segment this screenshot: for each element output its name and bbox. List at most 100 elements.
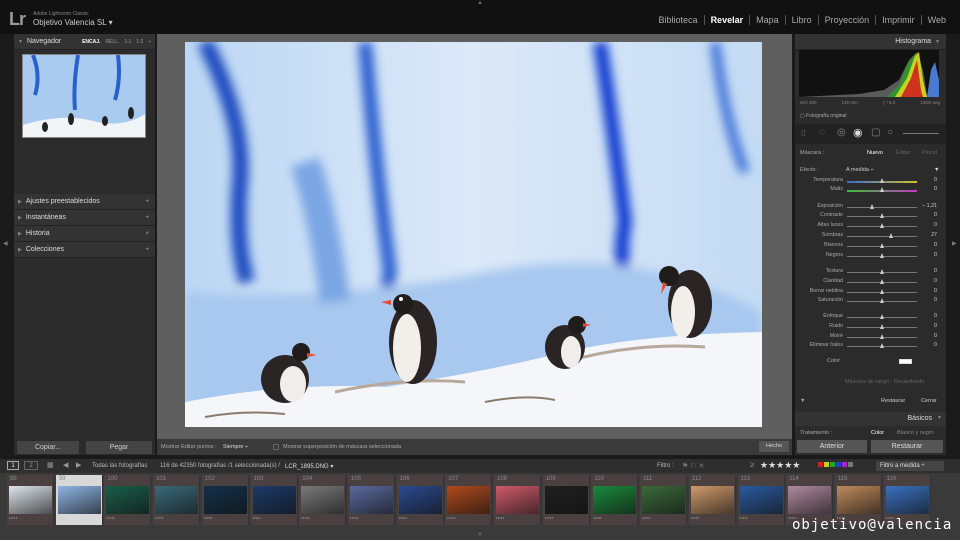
slider-knob[interactable]	[880, 243, 884, 248]
panel-0[interactable]: ▶ Ajustes preestablecidos +	[14, 194, 155, 210]
module-mapa[interactable]: Mapa	[750, 15, 786, 25]
flag-icon[interactable]: ⚑ ⚐ ✕	[682, 462, 704, 470]
radial-filter-icon[interactable]: ◉	[853, 126, 863, 139]
slider-track[interactable]	[847, 236, 917, 237]
zoom-fill[interactable]: RELL.	[105, 39, 119, 45]
slider-blancos[interactable]: Blancos 0	[799, 242, 941, 252]
slider-claridad[interactable]: Claridad 0	[799, 278, 941, 288]
slider-textura[interactable]: Textura 0	[799, 268, 941, 278]
blue-label[interactable]	[836, 462, 841, 467]
slider-knob[interactable]	[880, 269, 884, 274]
triangle-down-icon[interactable]: ▼	[934, 167, 939, 173]
zoom-1-2[interactable]: 1:2	[136, 39, 143, 45]
custom-filter-select[interactable]: Filtro a medida ÷	[876, 461, 944, 471]
green-label[interactable]	[830, 462, 835, 467]
slider-knob[interactable]	[880, 314, 884, 319]
module-proyeccin[interactable]: Proyección	[819, 15, 877, 25]
slider-altasluces[interactable]: Altas luces 0	[799, 222, 941, 232]
slider-matiz[interactable]: Matiz 0	[799, 186, 941, 196]
display-1-button[interactable]: 1	[7, 461, 19, 470]
module-web[interactable]: Web	[922, 15, 952, 25]
film-thumbnail[interactable]: 102 •••••	[201, 475, 249, 525]
film-thumbnail[interactable]: 110 •••••	[591, 475, 639, 525]
crop-icon[interactable]: ◌	[819, 127, 825, 138]
slider-knob[interactable]	[880, 253, 884, 258]
rating-filter[interactable]: ★★★★★	[760, 460, 800, 471]
film-thumbnail[interactable]: 109 •••••	[542, 475, 590, 525]
panel-action-icon[interactable]: ×	[145, 231, 149, 237]
slider-contraste[interactable]: Contraste 0	[799, 212, 941, 222]
gray-label[interactable]	[848, 462, 853, 467]
zoom-1-1[interactable]: 1:1	[124, 39, 131, 45]
slider-enfoque[interactable]: Enfoque 0	[799, 313, 941, 323]
spot-removal-icon[interactable]: ◎	[837, 127, 846, 138]
back-arrow-icon[interactable]: ◀	[63, 461, 68, 469]
film-thumbnail[interactable]: 111 •••••	[640, 475, 688, 525]
slider-saturacin[interactable]: Saturación 0	[799, 297, 941, 307]
zoom-fit[interactable]: ENCAJ.	[82, 39, 100, 45]
basics-header[interactable]: Básicos ▼	[795, 412, 946, 426]
slider-track[interactable]	[847, 207, 917, 208]
module-libro[interactable]: Libro	[786, 15, 819, 25]
slider-ruido[interactable]: Ruido 0	[799, 323, 941, 333]
edit-points-select[interactable]: Siempre ÷	[223, 444, 248, 450]
color-swatch[interactable]	[899, 359, 912, 364]
panel-1[interactable]: ▶ Instantáneas +	[14, 210, 155, 226]
paste-button[interactable]: Pegar	[86, 441, 152, 454]
source-label[interactable]: Todas las fotografías	[92, 463, 147, 469]
film-thumbnail[interactable]: 103 •••••	[250, 475, 298, 525]
navigator-header[interactable]: ▼ Navegador ENCAJ. RELL. 1:1 1:2 ÷	[14, 34, 155, 50]
rating-operator[interactable]: ≥	[750, 460, 754, 469]
navigator-preview[interactable]	[22, 54, 146, 138]
triangle-down-icon[interactable]: ▼	[800, 398, 805, 404]
slider-sombras[interactable]: Sombras 27	[799, 232, 941, 242]
copy-button[interactable]: Copiar...	[17, 441, 79, 454]
grid-view-icon[interactable]: ▦	[47, 461, 54, 469]
module-imprimir[interactable]: Imprimir	[876, 15, 922, 25]
histogram[interactable]	[799, 50, 939, 97]
restore-button[interactable]: Restaurar	[871, 440, 943, 453]
mask-close-button[interactable]: Cerrar	[921, 398, 937, 404]
slider-knob[interactable]	[869, 204, 874, 209]
circle-icon[interactable]: ○	[887, 127, 893, 138]
film-thumbnail[interactable]: 100 •••••	[104, 475, 152, 525]
panel-action-icon[interactable]: +	[145, 199, 149, 205]
slider-knob[interactable]	[880, 178, 884, 183]
overlay-checkbox[interactable]	[273, 444, 279, 450]
slider-knob[interactable]	[880, 334, 884, 339]
catalog-name[interactable]: Objetivo Valencia SL ▾	[33, 18, 113, 27]
slider-knob[interactable]	[880, 289, 884, 294]
module-biblioteca[interactable]: Biblioteca	[653, 15, 705, 25]
film-thumbnail[interactable]: 98 •••••	[7, 475, 54, 525]
brush-size-slider[interactable]	[903, 133, 939, 134]
slider-knob[interactable]	[880, 324, 884, 329]
panel-action-icon[interactable]: +	[145, 215, 149, 221]
effect-select[interactable]: A medida ÷	[846, 167, 873, 173]
filename[interactable]: LCR_1895.DNG ▾	[285, 463, 333, 470]
film-thumbnail[interactable]: 104 •••••	[299, 475, 347, 525]
module-revelar[interactable]: Revelar	[705, 15, 751, 25]
film-thumbnail[interactable]: 106 •••••	[396, 475, 444, 525]
display-2-button[interactable]: 2	[24, 461, 38, 470]
mask-brush-button[interactable]: Pincel	[922, 150, 937, 156]
yellow-label[interactable]	[824, 462, 829, 467]
slider-knob[interactable]	[880, 298, 884, 303]
panel-2[interactable]: ▶ Historia ×	[14, 226, 155, 242]
film-thumbnail[interactable]: 112 •••••	[688, 475, 736, 525]
mask-icon[interactable]: ▢	[871, 127, 880, 138]
slider-knob[interactable]	[880, 213, 884, 218]
range-mask-label[interactable]: Máscara de rango : Desactivado	[845, 379, 924, 385]
slider-negros[interactable]: Negros 0	[799, 252, 941, 262]
film-thumbnail[interactable]: 105 •••••	[347, 475, 395, 525]
panel-action-icon[interactable]: +	[145, 247, 149, 253]
color-label-filter[interactable]	[818, 462, 853, 467]
red-label[interactable]	[818, 462, 823, 467]
collapse-top-icon[interactable]: ▲	[477, 0, 483, 6]
slider-eliminarhalos[interactable]: Eliminar halos 0	[799, 342, 941, 352]
panel-3[interactable]: ▶ Colecciones +	[14, 242, 155, 258]
film-thumbnail[interactable]: 107 •••••	[445, 475, 493, 525]
purple-label[interactable]	[842, 462, 847, 467]
collapse-bottom-icon[interactable]: ▼	[477, 532, 483, 538]
slider-knob[interactable]	[880, 279, 884, 284]
grid-icon[interactable]: ⁞⁞	[801, 129, 805, 138]
